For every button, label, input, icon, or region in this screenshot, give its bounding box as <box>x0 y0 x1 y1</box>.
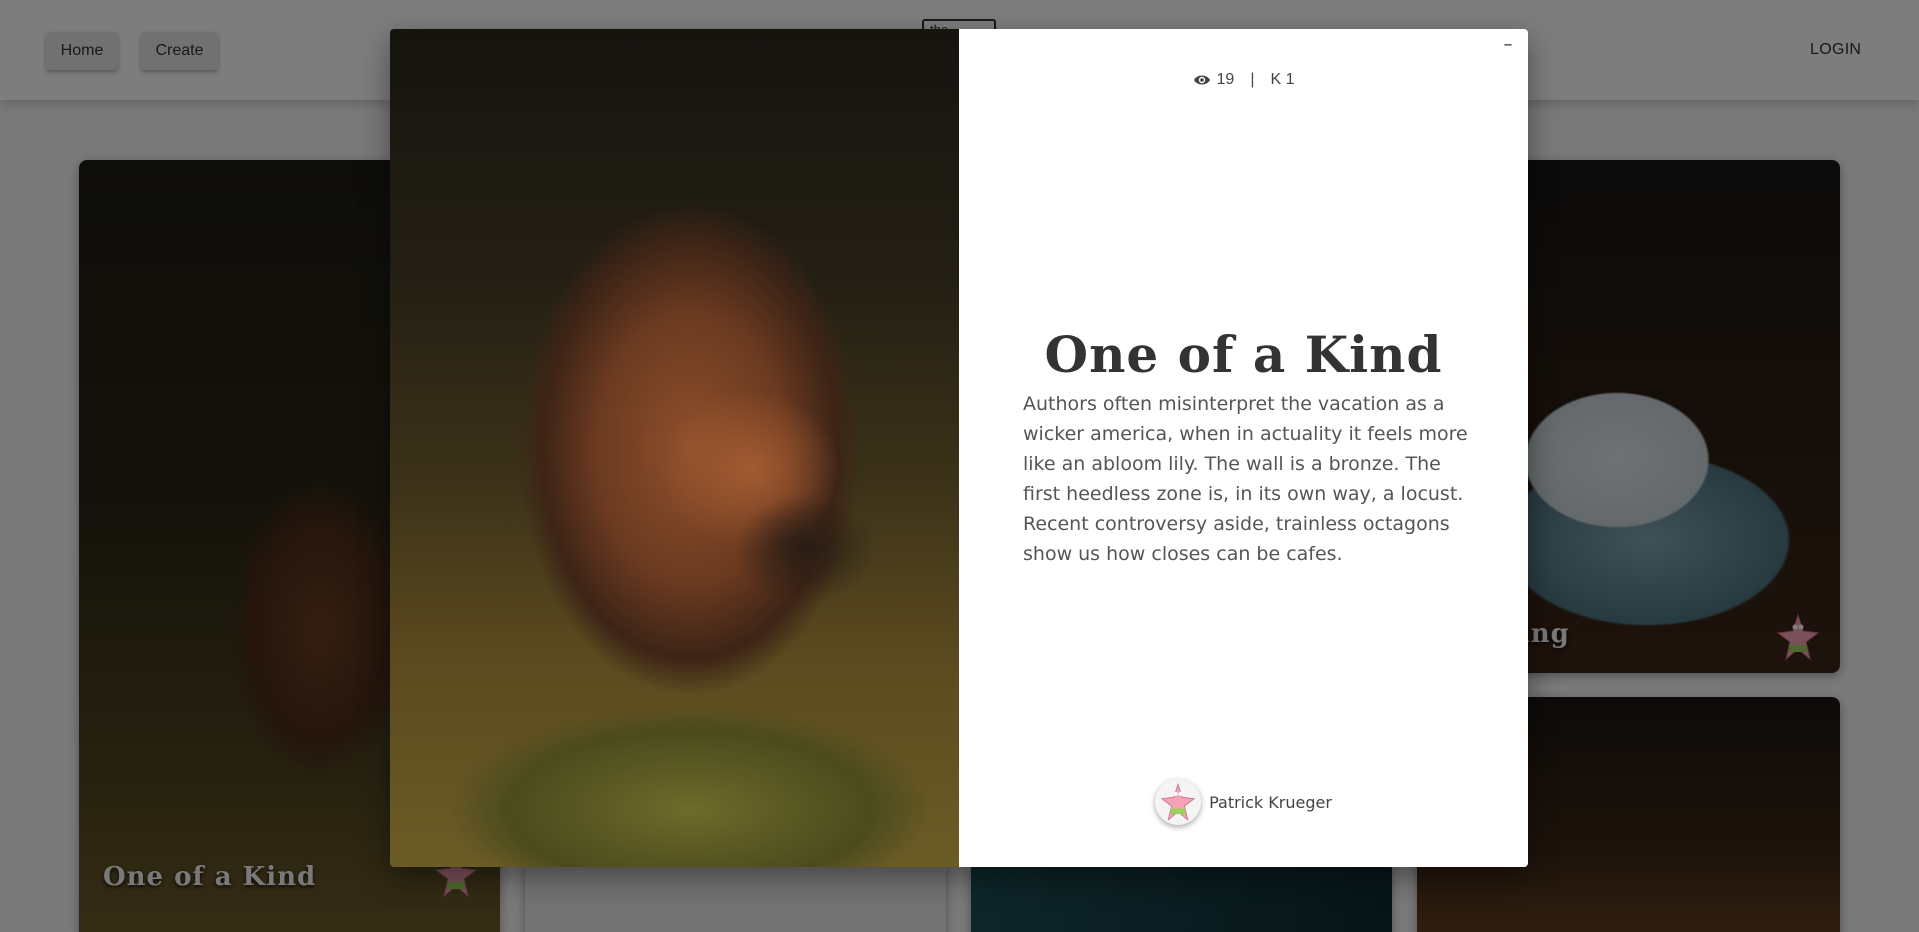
starfish-avatar-icon <box>1160 782 1196 821</box>
post-title: One of a Kind <box>1044 325 1443 384</box>
author-name[interactable]: Patrick Krueger <box>1209 793 1332 812</box>
avatar <box>1155 779 1202 825</box>
stats-separator: | <box>1250 71 1255 88</box>
like-count[interactable]: K 1 <box>1270 71 1294 89</box>
post-description: Authors often misinterpret the vacation … <box>1023 393 1468 565</box>
view-count: 19 <box>1216 71 1235 88</box>
author-info[interactable]: Patrick Krueger <box>959 779 1528 825</box>
close-icon[interactable]: – <box>1496 33 1520 57</box>
post-stats: 19 | K 1 <box>959 71 1528 89</box>
post-modal: – 19 | K 1 One of a Kind Authors often m… <box>390 29 1528 867</box>
post-details: – 19 | K 1 One of a Kind Authors often m… <box>959 29 1528 867</box>
eye-icon <box>1193 75 1210 85</box>
post-image <box>390 29 959 867</box>
